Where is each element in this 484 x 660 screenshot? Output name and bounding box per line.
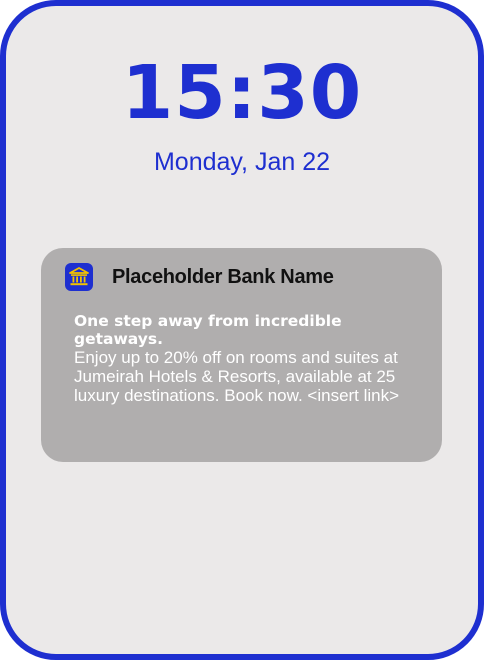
bank-building-icon	[65, 263, 93, 291]
notification-app-name: Placeholder Bank Name	[112, 265, 334, 288]
phone-lock-screen: 15:30 Monday, Jan 22 Placeholder Bank Na…	[0, 0, 484, 660]
lock-screen-clock: 15:30	[121, 50, 363, 136]
notification-body: Enjoy up to 20% off on rooms and suites …	[74, 348, 400, 405]
bank-building-icon-glyph	[69, 267, 89, 286]
notification-title: One step away from incredible getaways.	[74, 312, 342, 348]
notification-header: Placeholder Bank Name	[65, 262, 420, 292]
lock-screen-date: Monday, Jan 22	[153, 148, 331, 176]
push-notification-card[interactable]: Placeholder Bank Name One step away from…	[41, 248, 442, 462]
